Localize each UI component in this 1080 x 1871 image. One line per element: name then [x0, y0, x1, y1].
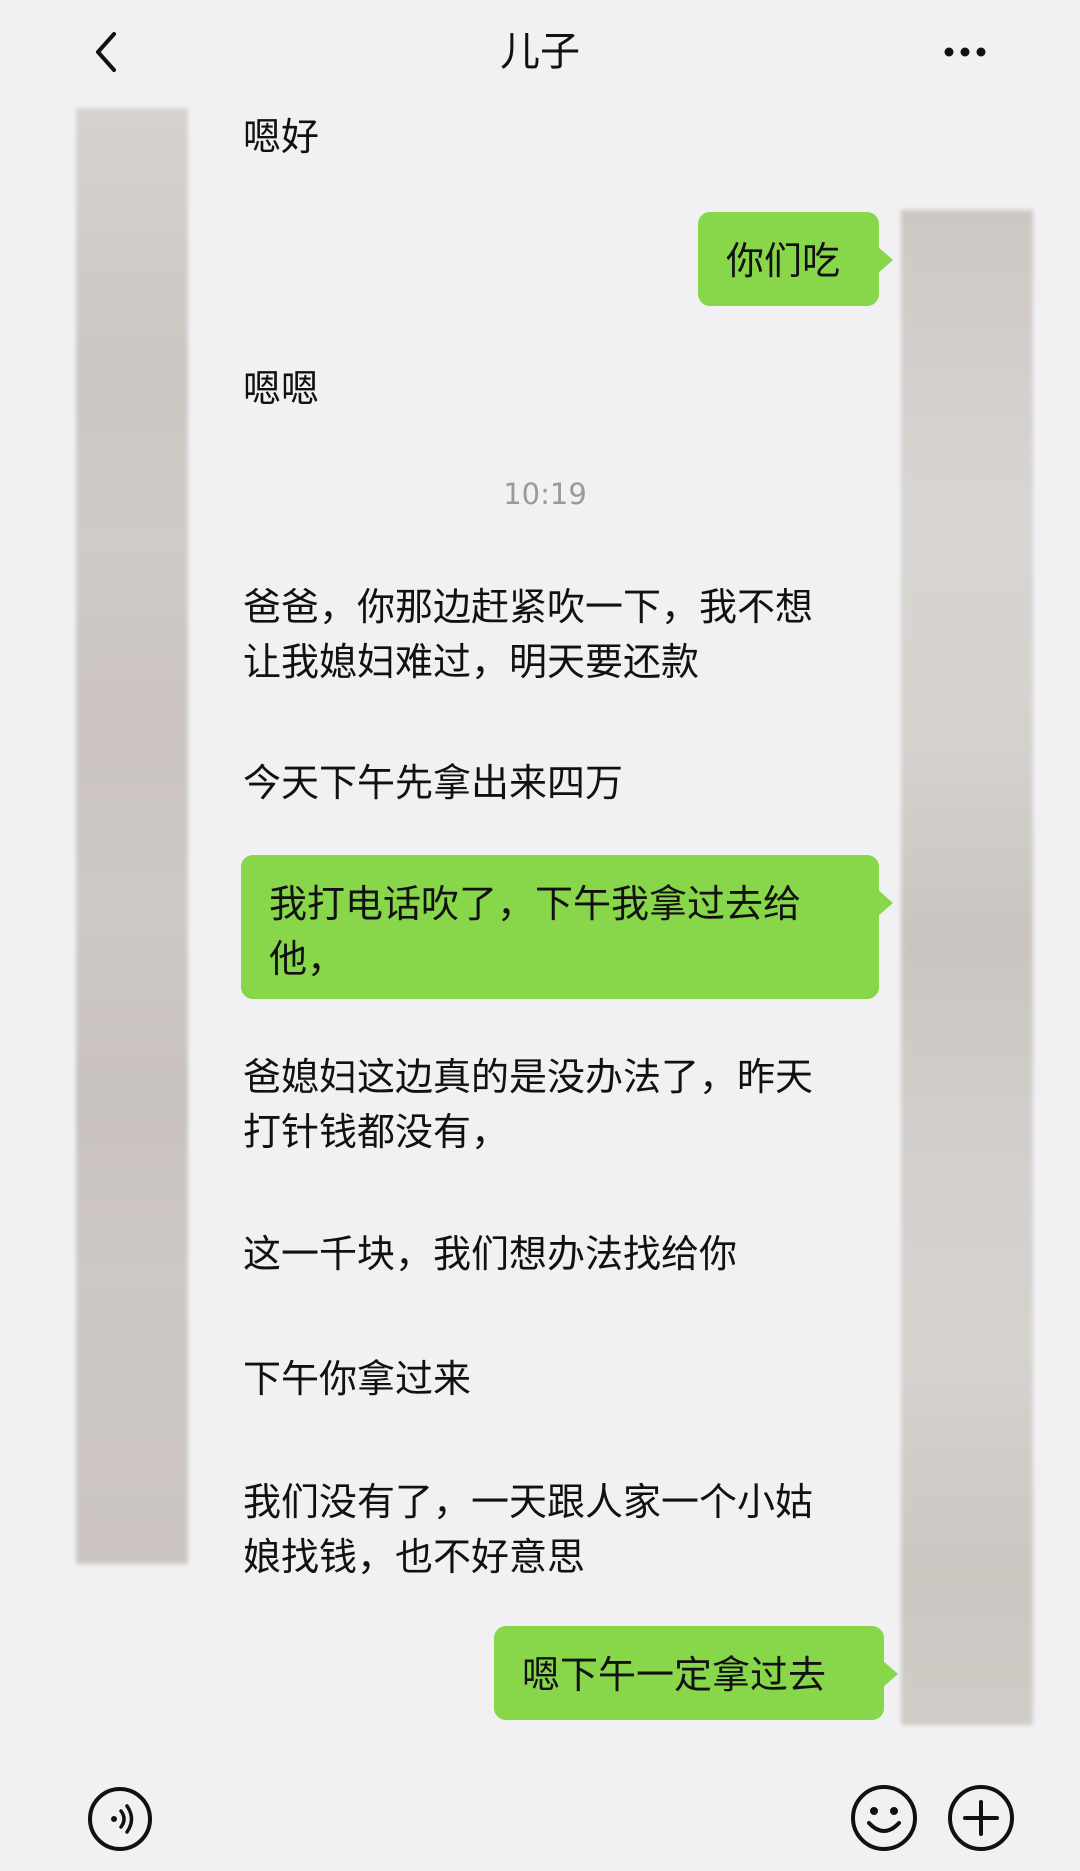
message-sent[interactable]: 你们吃 [698, 212, 893, 306]
message-sent[interactable]: 我打电话吹了，下午我拿过去给 他， [241, 855, 893, 999]
top-bar: 儿子 [0, 0, 1080, 108]
message-received[interactable]: 下午你拿过来 [243, 1352, 471, 1407]
message-sent-text: 嗯下午一定拿过去 [522, 1653, 827, 1697]
message-timestamp: 10:19 [503, 477, 587, 511]
plus-button[interactable] [946, 1783, 1016, 1853]
chevron-left-icon [96, 32, 116, 72]
message-received[interactable]: 嗯好 [243, 110, 319, 165]
emoji-icon [851, 1785, 917, 1851]
message-received[interactable]: 爸爸，你那边赶紧吹一下，我不想 让我媳妇难过，明天要还款 [243, 580, 813, 690]
message-sent[interactable]: 嗯下午一定拿过去 [494, 1626, 898, 1720]
back-button[interactable] [78, 22, 138, 82]
message-sent-text: 我打电话吹了，下午我拿过去给 他， [269, 882, 802, 981]
message-received[interactable]: 爸媳妇这边真的是没办法了，昨天 打针钱都没有， [243, 1050, 813, 1160]
message-received[interactable]: 我们没有了，一天跟人家一个小姑 娘找钱，也不好意思 [243, 1475, 813, 1585]
plus-circle-icon [948, 1785, 1014, 1851]
blurred-contact-avatar[interactable] [76, 108, 188, 1564]
chat-title: 儿子 [500, 29, 580, 75]
message-received[interactable]: 嗯嗯 [243, 362, 319, 417]
emoji-button[interactable] [849, 1783, 919, 1853]
more-horizontal-icon [944, 47, 986, 57]
blurred-self-avatar[interactable] [901, 210, 1033, 1725]
more-button[interactable] [935, 22, 995, 82]
message-received[interactable]: 这一千块，我们想办法找给你 [243, 1227, 737, 1282]
voice-input-button[interactable] [86, 1785, 154, 1853]
message-received[interactable]: 今天下午先拿出来四万 [243, 756, 623, 811]
voice-input-icon [88, 1787, 152, 1851]
message-sent-text: 你们吃 [726, 239, 841, 283]
chat-screen: 儿子 嗯好 你们吃 嗯嗯 10:19 爸爸，你那边赶紧吹一下，我不想 让我媳妇难… [0, 0, 1080, 1871]
